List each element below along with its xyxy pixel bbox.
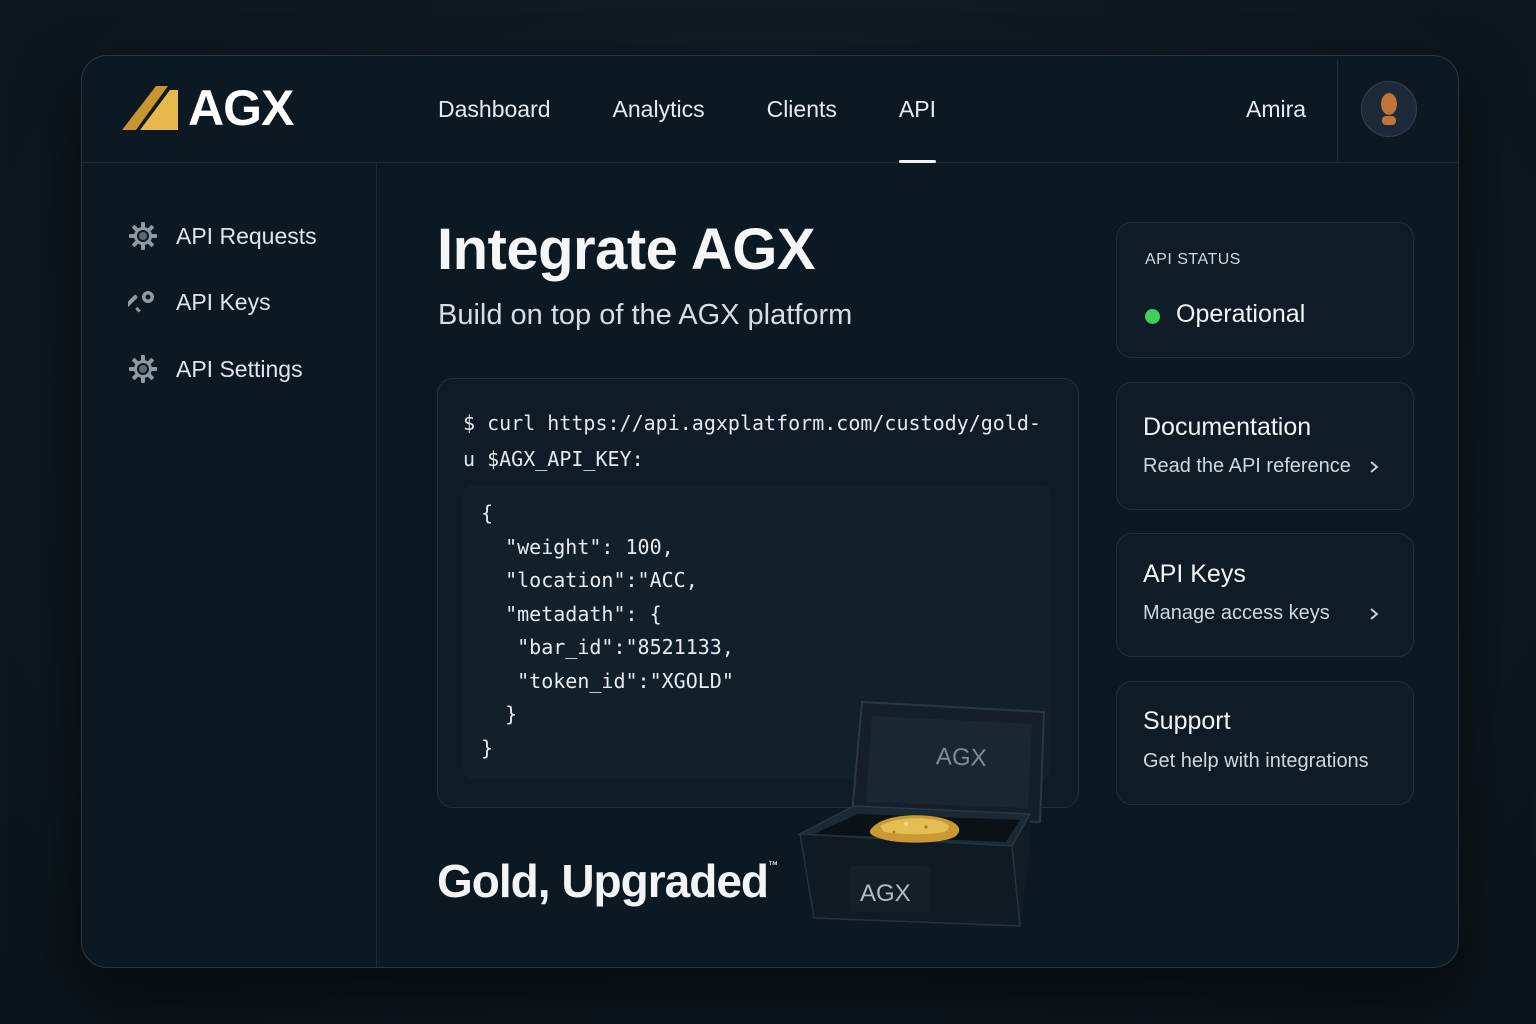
sidebar-item-api-requests[interactable]: API Requests [128, 221, 317, 251]
box-lid-label: AGX [935, 743, 988, 772]
nav-api[interactable]: API [898, 56, 937, 163]
card-subtitle: Get help with integrations [1143, 750, 1369, 772]
card-title: Documentation [1143, 413, 1312, 441]
tagline-text: Gold, Upgraded [437, 855, 769, 907]
nav-analytics[interactable]: Analytics [613, 56, 705, 162]
card-subtitle: Read the API reference [1143, 455, 1351, 477]
chevron-right-icon [1370, 461, 1379, 473]
user-avatar-icon [1381, 93, 1397, 125]
documentation-card[interactable]: Documentation Read the API reference [1116, 382, 1414, 510]
nav-dashboard[interactable]: Dashboard [438, 56, 551, 162]
agx-logo-icon [122, 86, 178, 130]
card-title: Support [1143, 707, 1231, 735]
tagline: Gold, Upgraded™ [437, 854, 778, 908]
box-front-label: AGX [860, 880, 911, 907]
top-navbar: AGX Dashboard Analytics Clients API Amir… [82, 56, 1458, 163]
gear-icon [128, 221, 158, 251]
page-title: Integrate AGX [437, 217, 816, 282]
card-subtitle: Manage access keys [1143, 602, 1330, 624]
sidebar: API Requests API Keys API Settings [82, 163, 377, 967]
user-name[interactable]: Amira [1246, 56, 1306, 162]
sidebar-item-label: API Requests [176, 222, 317, 249]
key-icon [128, 287, 158, 317]
gear-icon [128, 354, 158, 384]
sidebar-item-label: API Keys [176, 288, 271, 315]
support-card[interactable]: Support Get help with integrations [1116, 681, 1414, 805]
status-value: Operational [1176, 300, 1306, 328]
api-keys-card[interactable]: API Keys Manage access keys [1116, 533, 1414, 657]
status-label: API STATUS [1145, 251, 1241, 268]
nav-clients[interactable]: Clients [767, 56, 837, 162]
status-indicator-dot [1145, 309, 1160, 324]
curl-command[interactable]: $ curl https://api.agxplatform.com/custo… [463, 405, 1041, 477]
app-window: AGX Dashboard Analytics Clients API Amir… [81, 55, 1459, 968]
trademark-mark: ™ [768, 860, 778, 871]
json-payload[interactable]: { "weight": 100, "location":"ACC, "metad… [481, 497, 734, 765]
logo-text: AGX [188, 80, 294, 136]
logo[interactable]: AGX [122, 80, 294, 136]
chevron-right-icon [1370, 608, 1379, 620]
sidebar-item-api-settings[interactable]: API Settings [128, 354, 303, 384]
gold-box-icon [797, 700, 1046, 927]
gold-box-illustration: AGX AGX [794, 694, 1064, 939]
sidebar-item-label: API Settings [176, 355, 303, 382]
avatar[interactable] [1361, 81, 1417, 137]
page-subtitle: Build on top of the AGX platform [438, 299, 853, 331]
card-title: API Keys [1143, 560, 1246, 588]
main-nav: Dashboard Analytics Clients API [438, 56, 998, 163]
sidebar-item-api-keys[interactable]: API Keys [128, 287, 271, 317]
api-status-card: API STATUS Operational [1116, 222, 1414, 358]
header-divider [1337, 60, 1338, 162]
